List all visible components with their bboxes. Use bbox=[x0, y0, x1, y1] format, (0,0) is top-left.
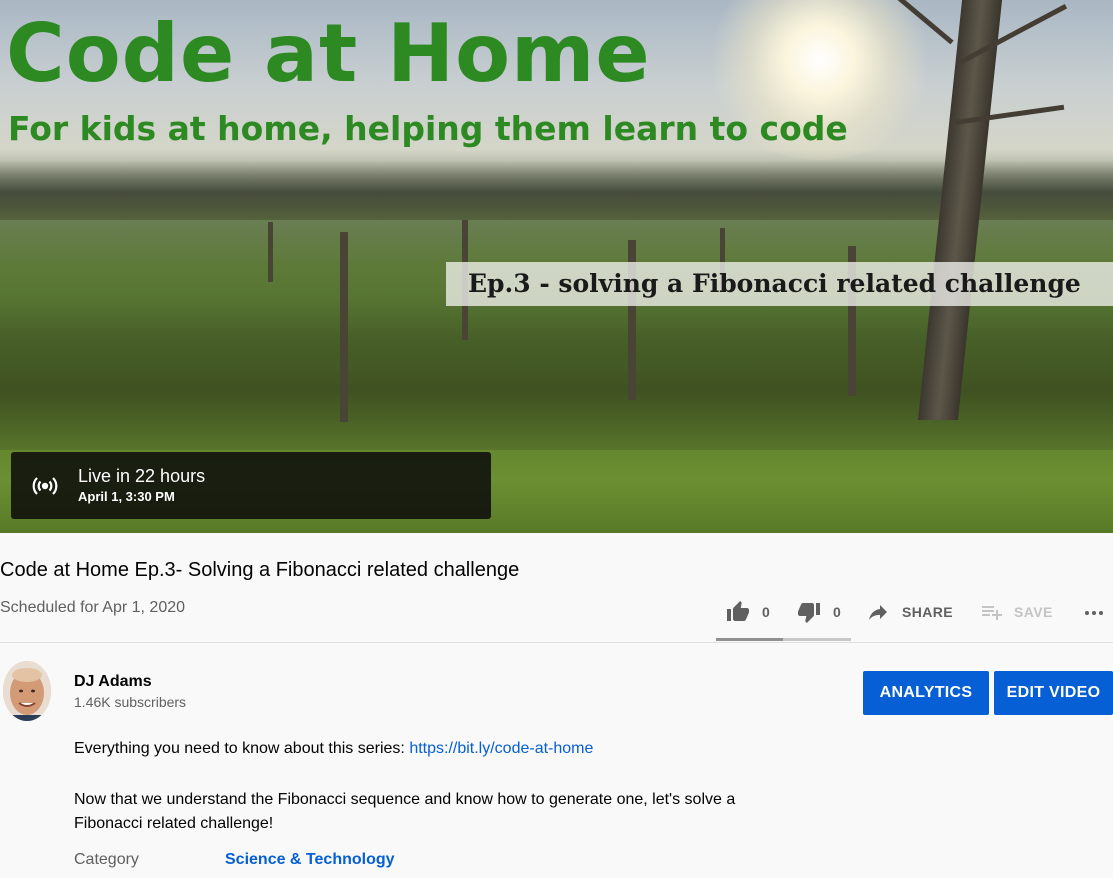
series-link[interactable]: https://bit.ly/code-at-home bbox=[409, 740, 593, 757]
video-title: Code at Home Ep.3- Solving a Fibonacci r… bbox=[0, 559, 520, 581]
dislike-button[interactable]: 0 bbox=[797, 590, 841, 634]
live-date: April 1, 3:30 PM bbox=[78, 489, 175, 504]
thumbs-up-icon bbox=[727, 601, 749, 621]
share-arrow-icon bbox=[869, 605, 887, 620]
hero-title: Code at Home bbox=[6, 7, 651, 100]
broadcast-icon bbox=[32, 477, 58, 495]
save-label: SAVE bbox=[1014, 604, 1053, 620]
like-button[interactable]: 0 bbox=[726, 590, 770, 634]
sentiment-bar-likes bbox=[716, 638, 783, 641]
share-label: SHARE bbox=[902, 604, 954, 620]
live-countdown-overlay: Live in 22 hours April 1, 3:30 PM bbox=[11, 452, 491, 519]
live-status: Live in 22 hours bbox=[78, 466, 206, 486]
analytics-button[interactable]: ANALYTICS bbox=[863, 671, 989, 715]
avatar-image bbox=[3, 661, 51, 721]
edit-video-button[interactable]: EDIT VIDEO bbox=[994, 671, 1113, 715]
dislike-count: 0 bbox=[833, 604, 841, 620]
more-horizontal-icon bbox=[1085, 611, 1103, 615]
more-actions-button[interactable] bbox=[1082, 590, 1106, 634]
description-line: Everything you need to know about this s… bbox=[74, 737, 593, 761]
fence-post bbox=[340, 232, 348, 422]
description-paragraph-line: Fibonacci related challenge! bbox=[74, 815, 274, 832]
action-bar: 0 0 SHARE SAVE bbox=[716, 590, 1113, 634]
playlist-add-icon bbox=[982, 606, 1002, 620]
fence-post bbox=[268, 222, 273, 282]
divider bbox=[0, 642, 1113, 643]
description-text: Everything you need to know about this s… bbox=[74, 740, 410, 757]
save-button[interactable]: SAVE bbox=[980, 590, 1053, 634]
share-button[interactable]: SHARE bbox=[866, 590, 953, 634]
avatar[interactable] bbox=[3, 661, 51, 721]
like-count: 0 bbox=[762, 604, 770, 620]
episode-banner-text: Ep.3 - solving a Fibonacci related chall… bbox=[468, 269, 1081, 298]
subscriber-count: 1.46K subscribers bbox=[74, 694, 187, 710]
video-player-thumbnail[interactable]: Code at Home For kids at home, helping t… bbox=[0, 0, 1113, 533]
thumbs-down-icon bbox=[798, 603, 820, 623]
scheduled-date: Scheduled for Apr 1, 2020 bbox=[0, 599, 186, 616]
category-label: Category bbox=[74, 851, 139, 868]
category-link[interactable]: Science & Technology bbox=[225, 849, 395, 871]
hero-subtitle: For kids at home, helping them learn to … bbox=[8, 109, 848, 148]
channel-name[interactable]: DJ Adams bbox=[74, 672, 152, 692]
description-paragraph-line: Now that we understand the Fibonacci seq… bbox=[74, 791, 736, 808]
